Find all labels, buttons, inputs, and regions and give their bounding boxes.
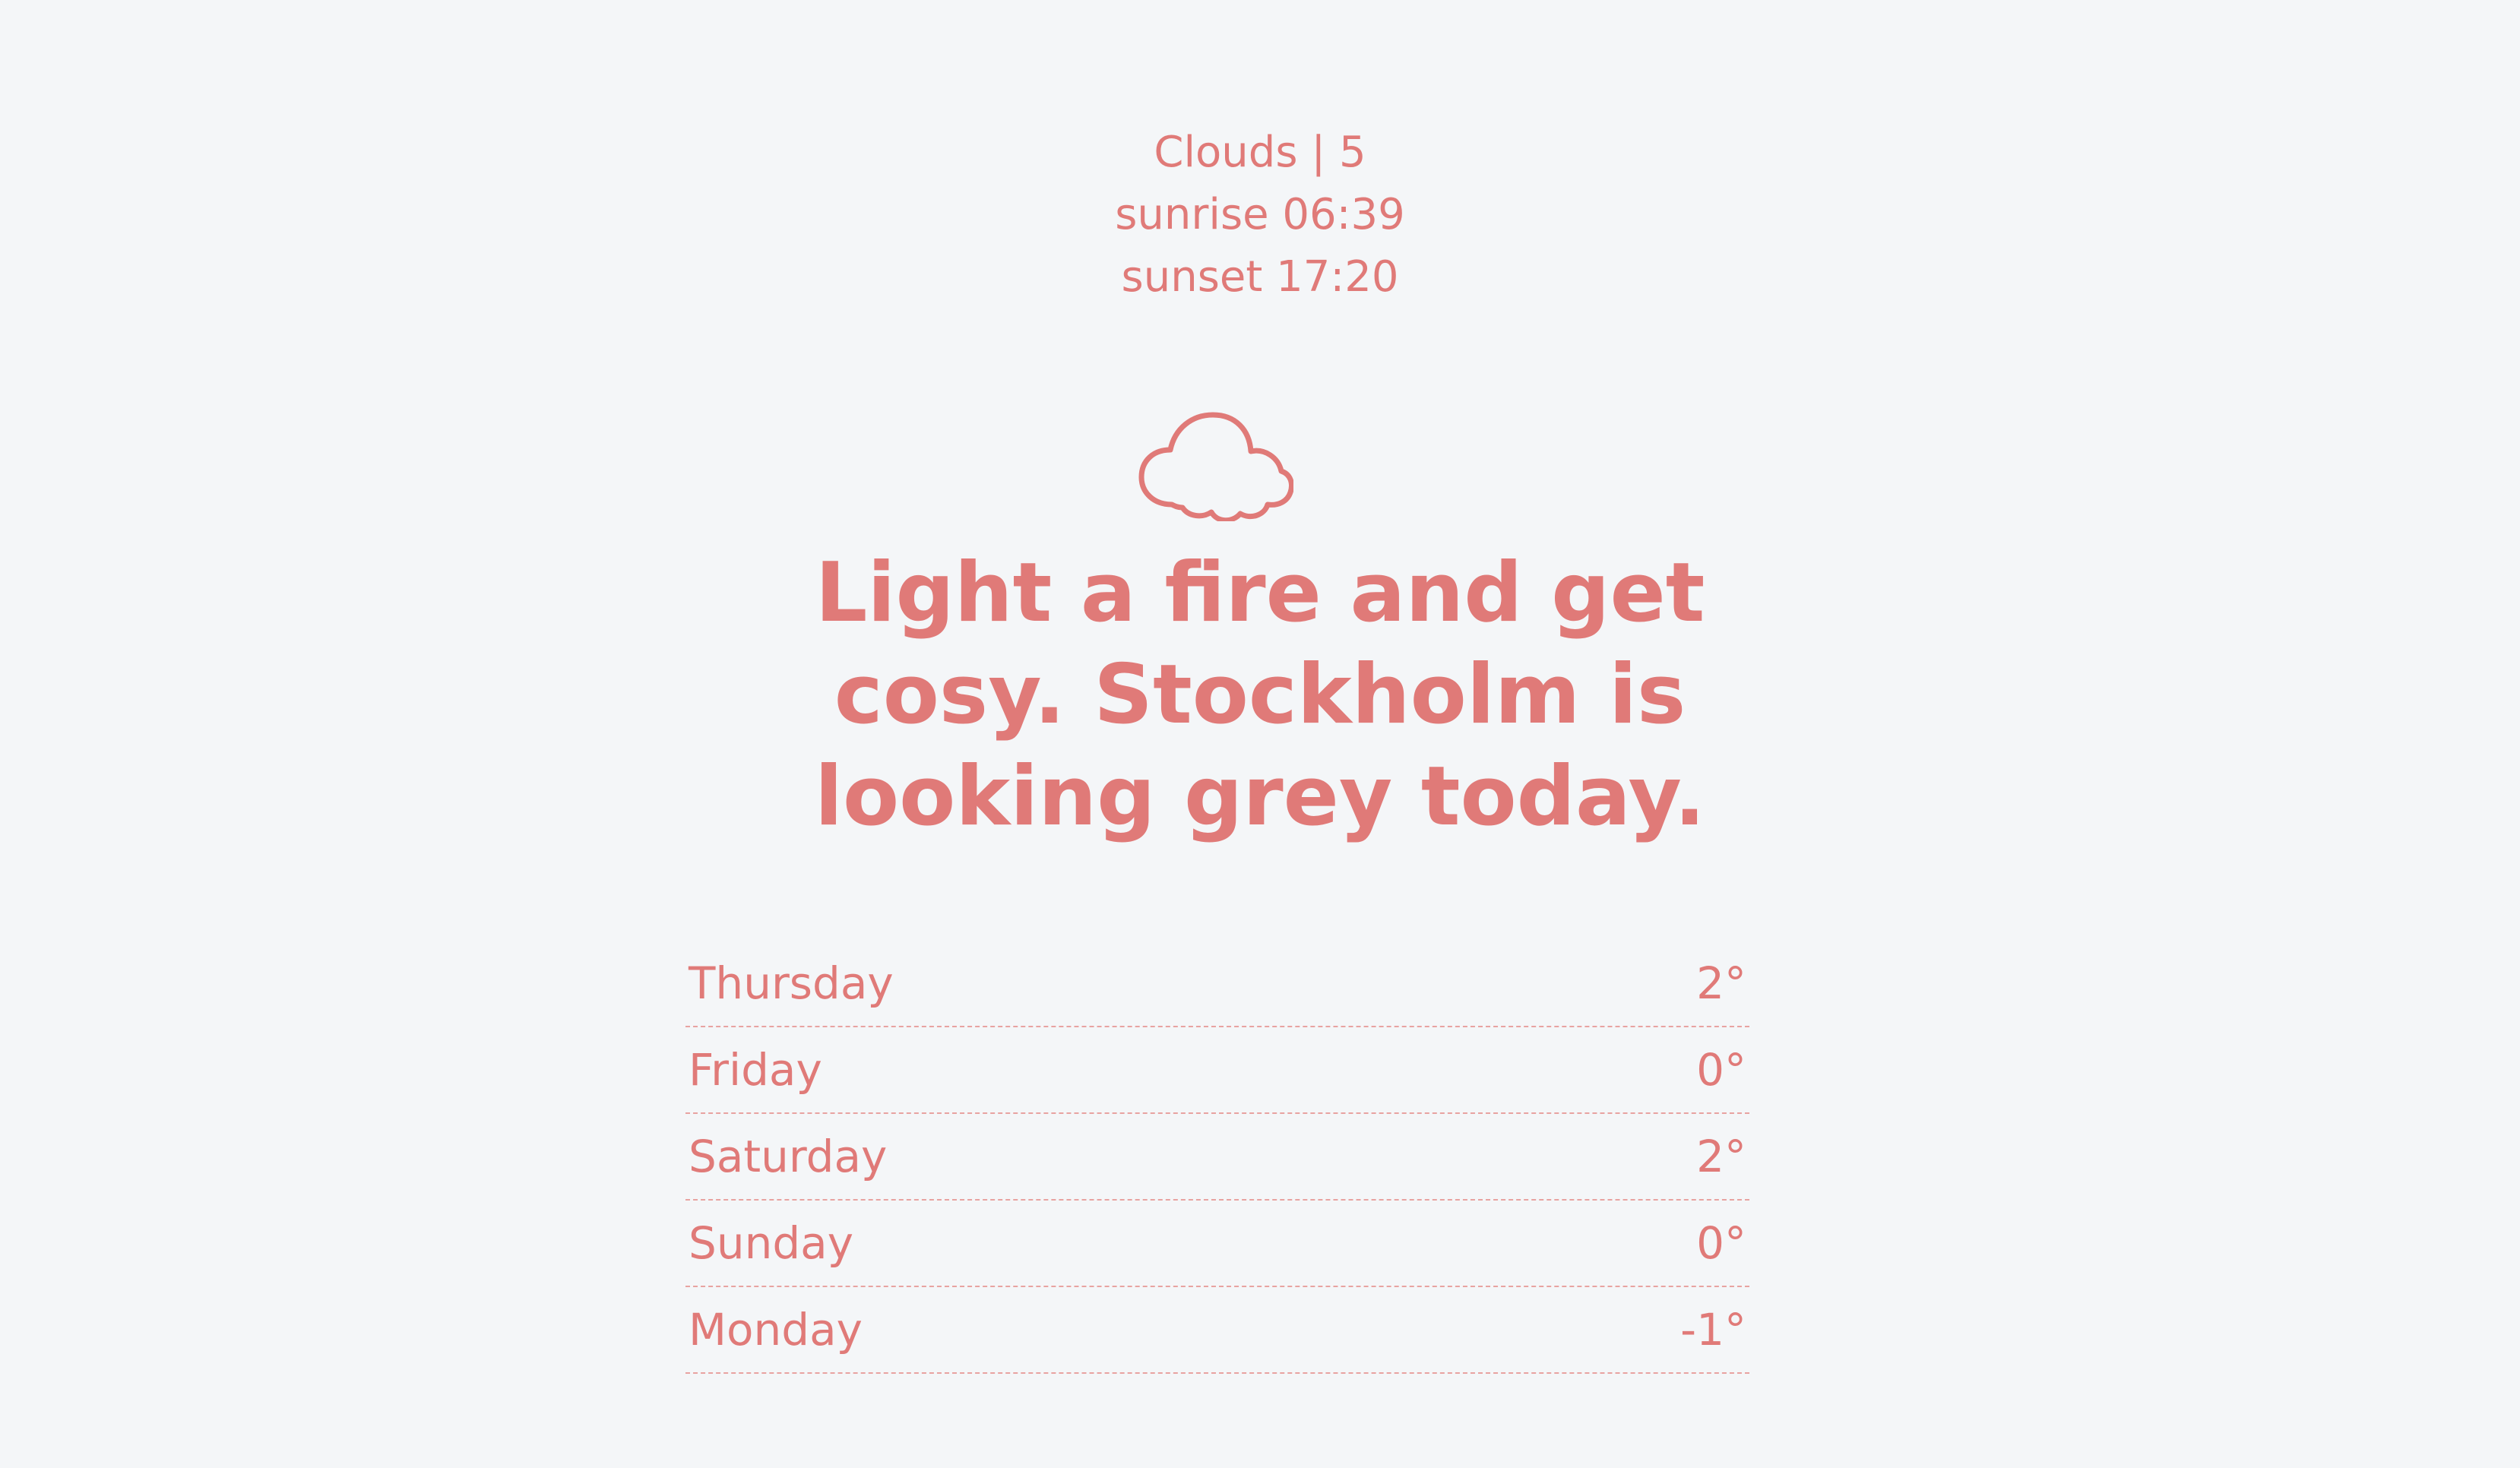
forecast-temperature: 2°	[1696, 957, 1746, 1009]
forecast-day: Saturday	[689, 1131, 888, 1182]
forecast-row-saturday: Saturday 2°	[685, 1114, 1749, 1201]
cloud-icon	[1138, 412, 1293, 521]
forecast-temperature: -1°	[1680, 1304, 1746, 1356]
forecast-row-monday: Monday -1°	[685, 1287, 1749, 1374]
forecast-day: Sunday	[689, 1217, 854, 1269]
sunset-time: sunset 17:20	[1121, 252, 1399, 302]
condition-temperature: Clouds | 5	[1154, 128, 1366, 177]
forecast-row-friday: Friday 0°	[685, 1027, 1749, 1114]
forecast-row-sunday: Sunday 0°	[685, 1201, 1749, 1287]
forecast-list: Thursday 2° Friday 0° Saturday 2° Sunday…	[685, 941, 1749, 1374]
forecast-temperature: 0°	[1696, 1044, 1746, 1096]
weather-headline: Light a fire and get cosy. Stockholm is …	[814, 546, 1706, 844]
forecast-row-thursday: Thursday 2°	[685, 941, 1749, 1027]
forecast-day: Monday	[689, 1304, 863, 1356]
weather-summary: Clouds | 5 sunrise 06:39 sunset 17:20	[0, 122, 2520, 308]
forecast-temperature: 2°	[1696, 1131, 1746, 1182]
sunrise-time: sunrise 06:39	[1115, 190, 1405, 239]
forecast-temperature: 0°	[1696, 1217, 1746, 1269]
weather-page: Clouds | 5 sunrise 06:39 sunset 17:20 Li…	[0, 0, 2520, 1468]
forecast-day: Friday	[689, 1044, 822, 1096]
forecast-day: Thursday	[689, 957, 894, 1009]
